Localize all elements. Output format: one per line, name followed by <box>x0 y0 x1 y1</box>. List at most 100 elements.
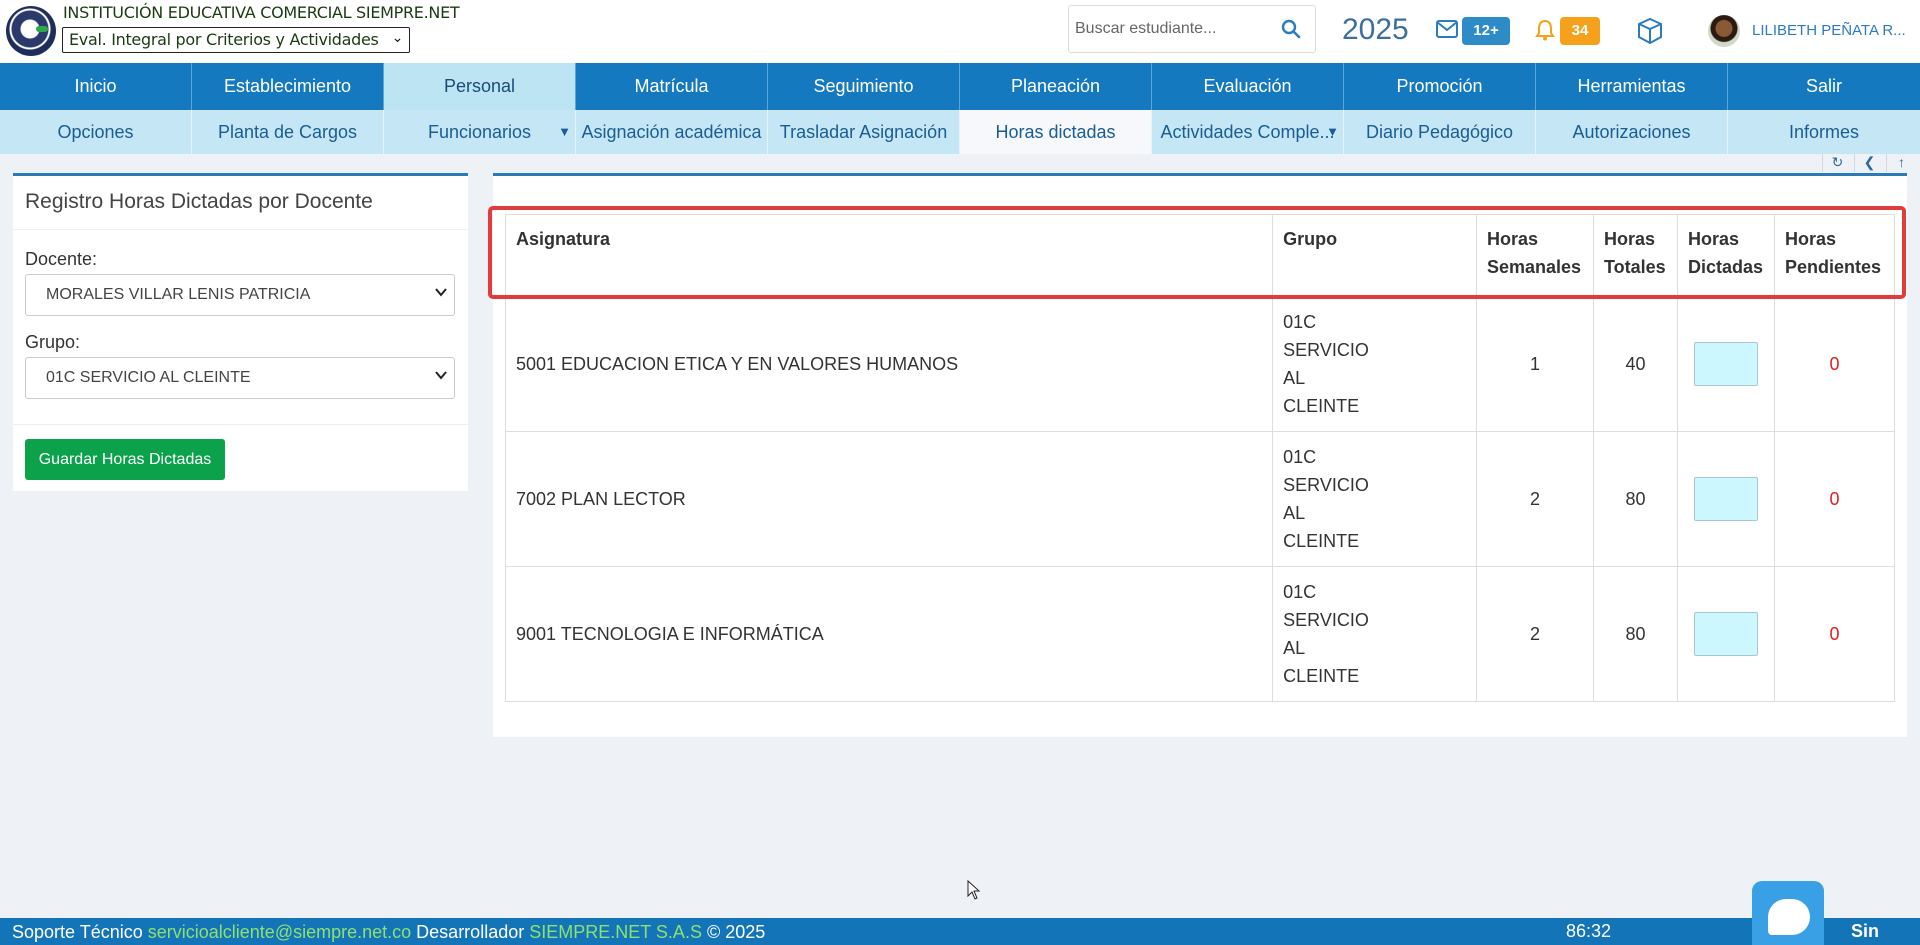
cell-horas-dictadas <box>1676 566 1775 702</box>
cell-asignatura: 5001 EDUCACION ETICA Y EN VALORES HUMANO… <box>504 296 1274 432</box>
nav-main-item[interactable]: Inicio <box>0 63 192 110</box>
horas-dictadas-input[interactable] <box>1693 612 1758 656</box>
docente-select[interactable]: MORALES VILLAR LENIS PATRICIA <box>25 274 455 316</box>
session-timer: 86:32 <box>1566 921 1612 941</box>
chat-button[interactable] <box>1752 881 1824 945</box>
search-input[interactable] <box>1070 16 1270 42</box>
user-name[interactable]: LILIBETH PEÑATA R... <box>1752 22 1906 39</box>
col-asignatura: Asignatura <box>504 214 1274 297</box>
back-icon[interactable]: ❮ <box>1854 154 1884 172</box>
institution-logo <box>6 6 56 56</box>
nav-sub-item[interactable]: Actividades Comple... ▼ <box>1152 110 1344 154</box>
grupo-label: Grupo: <box>25 332 81 352</box>
nav-main-item[interactable]: Salir <box>1728 63 1920 110</box>
divider <box>13 229 468 230</box>
main-navigation: Inicio Establecimiento Personal Matrícula Se… <box>0 63 1920 110</box>
chevron-down-icon <box>435 288 447 297</box>
nav-main-item[interactable]: Personal <box>384 63 576 110</box>
col-label: Horas <box>1603 229 1656 249</box>
panel-title: Registro Horas Dictadas por Docente <box>25 190 373 213</box>
save-hours-button[interactable]: Guardar Horas Dictadas <box>25 439 225 480</box>
nav-sub-item[interactable]: Funcionarios ▼ <box>384 110 576 154</box>
eval-mode-value: Eval. Integral por Criterios y Actividad… <box>69 30 379 49</box>
docente-value: MORALES VILLAR LENIS PATRICIA <box>46 286 311 303</box>
nav-sub-item[interactable]: Asignación académica <box>576 110 768 154</box>
footer-credits: Soporte Técnico servicioalcliente@siempr… <box>12 922 765 943</box>
grupo-line: 01C <box>1283 447 1317 467</box>
nav-sub-item[interactable]: Autorizaciones <box>1536 110 1728 154</box>
school-year[interactable]: 2025 <box>1342 13 1409 47</box>
nav-sub-label: Autorizaciones <box>1572 122 1691 142</box>
col-label: Semanales <box>1487 257 1582 277</box>
caret-down-icon[interactable]: ▼ <box>1326 110 1339 154</box>
nav-sub-item[interactable]: Diario Pedagógico <box>1344 110 1536 154</box>
mouse-cursor-icon <box>967 880 981 900</box>
brand-logo: Sin <box>1851 921 1880 941</box>
chat-bubble-icon <box>1768 899 1810 935</box>
col-label: Horas <box>1784 229 1836 249</box>
eval-mode-select[interactable]: Eval. Integral por Criterios y Actividad… <box>62 27 410 53</box>
grupo-line: 01C <box>1283 312 1317 332</box>
mail-icon[interactable] <box>1436 20 1458 38</box>
nav-main-item[interactable]: Seguimiento <box>768 63 960 110</box>
nav-main-item[interactable]: Herramientas <box>1536 63 1728 110</box>
horas-dictadas-input[interactable] <box>1693 477 1758 521</box>
sub-navigation: Opciones Planta de Cargos Funcionarios ▼ Asi… <box>0 110 1920 154</box>
support-email-link[interactable]: servicioalcliente@siempre.net.co <box>148 922 411 942</box>
nav-sub-label: Asignación académica <box>581 122 762 142</box>
user-avatar[interactable] <box>1708 15 1740 47</box>
panel-tools: ↻ ❮ ↑ <box>1822 154 1916 172</box>
table-header-row: Asignatura Grupo Horas Semanales Horas T… <box>504 214 1896 297</box>
nav-sub-item[interactable]: Planta de Cargos <box>192 110 384 154</box>
nav-main-item[interactable]: Evaluación <box>1152 63 1344 110</box>
col-label: Totales <box>1603 257 1666 277</box>
bell-icon[interactable] <box>1535 19 1555 41</box>
nav-sub-label: Opciones <box>57 122 134 142</box>
divider <box>13 424 468 425</box>
caret-down-icon[interactable]: ▼ <box>558 110 571 154</box>
support-label: Soporte Técnico <box>12 922 143 942</box>
nav-sub-item[interactable]: Opciones <box>0 110 192 154</box>
hours-table-panel: Asignatura Grupo Horas Semanales Horas T… <box>493 173 1907 737</box>
chevron-down-icon <box>435 371 447 380</box>
grupo-line: CLEINTE <box>1283 666 1360 686</box>
footer-bar: Soporte Técnico servicioalcliente@siempr… <box>0 918 1920 945</box>
table-body: 5001 EDUCACION ETICA Y EN VALORES HUMANO… <box>504 296 1896 702</box>
developer-label: Desarrollador <box>416 922 525 942</box>
grupo-line: 01C <box>1283 582 1317 602</box>
horas-dictadas-input[interactable] <box>1693 342 1758 386</box>
nav-sub-item[interactable]: Informes <box>1728 110 1920 154</box>
grupo-select[interactable]: 01C SERVICIO AL CLEINTE <box>25 357 455 399</box>
refresh-icon[interactable]: ↻ <box>1822 154 1852 172</box>
docente-label: Docente: <box>25 249 98 269</box>
col-horas-semanales: Horas Semanales <box>1476 214 1594 297</box>
notification-count-badge[interactable]: 34 <box>1560 17 1600 45</box>
cell-horas-semanales: 2 <box>1476 431 1594 567</box>
copyright: © 2025 <box>706 922 766 942</box>
developer-link[interactable]: SIEMPRE.NET S.A.S <box>529 922 702 942</box>
col-horas-pendientes: Horas Pendientes <box>1773 214 1896 297</box>
grupo-line: SERVICIO <box>1283 610 1369 630</box>
nav-sub-item[interactable]: Horas dictadas <box>960 110 1152 154</box>
col-label: Pendientes <box>1784 257 1881 277</box>
nav-sub-item[interactable]: Trasladar Asignación <box>768 110 960 154</box>
cell-horas-dictadas <box>1676 296 1775 432</box>
cell-horas-pendientes: 0 <box>1773 431 1896 567</box>
nav-main-item[interactable]: Promoción <box>1344 63 1536 110</box>
search-icon[interactable] <box>1281 19 1301 39</box>
cell-grupo: 01C SERVICIO AL CLEINTE <box>1272 431 1477 567</box>
nav-main-item[interactable]: Planeación <box>960 63 1152 110</box>
nav-main-item[interactable]: Establecimiento <box>192 63 384 110</box>
cell-asignatura: 7002 PLAN LECTOR <box>504 431 1274 567</box>
mail-count-badge[interactable]: 12+ <box>1462 17 1510 45</box>
grupo-value: 01C SERVICIO AL CLEINTE <box>46 369 251 386</box>
arrow-up-icon[interactable]: ↑ <box>1886 154 1916 172</box>
grupo-line: SERVICIO <box>1283 340 1369 360</box>
chevron-down-icon: ⌄ <box>391 30 404 46</box>
col-horas-totales: Horas Totales <box>1592 214 1678 297</box>
cell-horas-semanales: 1 <box>1476 296 1594 432</box>
cell-grupo: 01C SERVICIO AL CLEINTE <box>1272 296 1477 432</box>
cube-icon[interactable] <box>1636 17 1664 45</box>
nav-main-item[interactable]: Matrícula <box>576 63 768 110</box>
grupo-line: CLEINTE <box>1283 396 1360 416</box>
